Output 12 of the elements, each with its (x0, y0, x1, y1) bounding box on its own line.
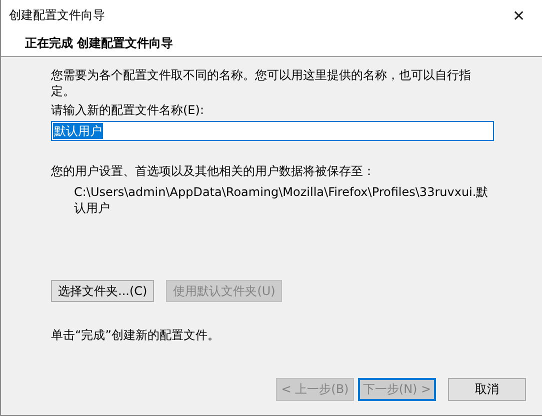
profile-path: C:\Users\admin\AppData\Roaming\Mozilla\Firefox\Profiles\33ruvxui.默认用户 (73, 184, 490, 216)
window-title: 创建配置文件向导 (9, 7, 105, 24)
wizard-heading: 正在完成 创建配置文件向导 (25, 35, 174, 52)
save-location-text: 您的用户设置、首选项以及其他相关的用户数据将被保存至： (51, 163, 376, 179)
intro-text: 您需要为各个配置文件取不同的名称。您可以用这里提供的名称，也可以自行指定。 (51, 67, 472, 99)
close-button[interactable]: ✕ (496, 0, 542, 31)
wizard-nav-button[interactable]: 取消 (448, 378, 526, 401)
folder-button[interactable]: 选择文件夹...(C) (51, 280, 154, 302)
finish-hint: 单击“完成”创建新的配置文件。 (51, 327, 220, 343)
profile-name-value: 默认用户 (53, 123, 103, 139)
profile-name-field[interactable]: 默认用户 (51, 121, 494, 141)
name-label: 请输入新的配置文件名称(E): (51, 102, 205, 118)
